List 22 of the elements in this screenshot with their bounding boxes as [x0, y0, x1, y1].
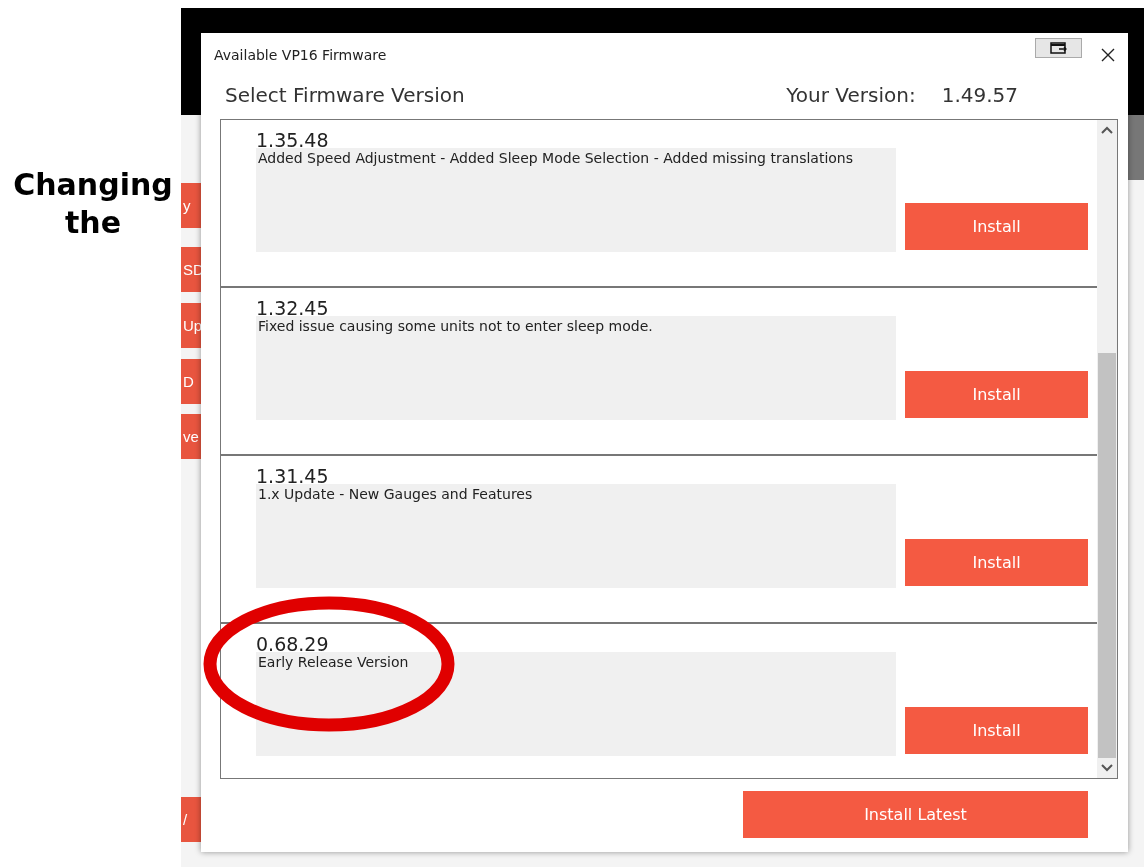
release-notes: Early Release Version [256, 652, 896, 756]
scroll-down-icon[interactable] [1101, 764, 1113, 772]
install-button[interactable]: Install [905, 707, 1088, 754]
window-icon [1049, 42, 1068, 54]
scrollbar[interactable] [1097, 120, 1117, 778]
section-heading: Select Firmware Version [225, 83, 466, 107]
install-button[interactable]: Install [905, 371, 1088, 418]
app-header-strip [1128, 115, 1144, 180]
install-button[interactable]: Install [905, 539, 1088, 586]
close-icon [1101, 48, 1115, 62]
install-button[interactable]: Install [905, 203, 1088, 250]
release-notes: Added Speed Adjustment - Added Sleep Mode Selection - Added missing translations [256, 148, 896, 252]
install-latest-button[interactable]: Install Latest [743, 791, 1088, 838]
scrollbar-thumb[interactable] [1098, 353, 1116, 758]
restore-button[interactable] [1035, 38, 1082, 58]
version-label: Your Version: [786, 83, 916, 107]
release-notes: Fixed issue causing some units not to enter sleep mode. [256, 316, 896, 420]
caption-text: Changing the [12, 166, 174, 242]
release-notes: 1.x Update - New Gauges and Features [256, 484, 896, 588]
scroll-up-icon[interactable] [1101, 126, 1113, 134]
window-title: Available VP16 Firmware [214, 47, 388, 63]
current-version: 1.49.57 [941, 83, 1018, 107]
